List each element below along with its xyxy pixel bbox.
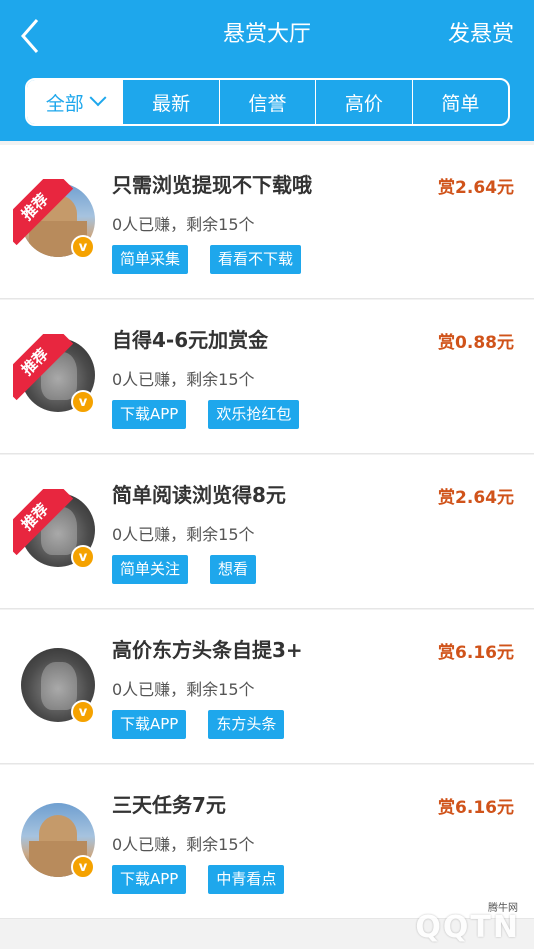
reward-amount: 赏6.16元 [438, 643, 514, 663]
tab-label: 信誉 [248, 92, 287, 115]
tag: 下载APP [112, 865, 187, 894]
avatar: v [21, 803, 95, 879]
tag: 下载APP [112, 710, 187, 739]
vip-icon: v [71, 545, 95, 569]
tab-label: 全部 [45, 92, 84, 115]
tag-group: 下载APP 欢乐抢红包 [112, 400, 300, 429]
tag: 看看不下载 [210, 245, 302, 274]
item-title: 高价东方头条自提3+ [112, 638, 303, 662]
item-title: 只需浏览提现不下载哦 [112, 173, 312, 197]
item-title: 三天任务7元 [112, 793, 226, 817]
list-item[interactable]: 推荐 v 自得4-6元加赏金 赏0.88元 0人已赚，剩余15个 下载APP 欢… [0, 300, 534, 454]
item-meta: 0人已赚，剩余15个 [112, 215, 255, 234]
post-bounty-button[interactable]: 发悬赏 [448, 20, 514, 50]
item-meta: 0人已赚，剩余15个 [112, 680, 255, 699]
tag-group: 下载APP 中青看点 [112, 865, 285, 894]
item-title: 简单阅读浏览得8元 [112, 483, 286, 507]
item-meta: 0人已赚，剩余15个 [112, 370, 255, 389]
bounty-list: 推荐 v 只需浏览提现不下载哦 赏2.64元 0人已赚，剩余15个 简单采集 看… [0, 145, 534, 920]
tab-simple[interactable]: 简单 [411, 80, 508, 124]
app-header: 悬赏大厅 发悬赏 全部 最新 信誉 高价 简单 [0, 0, 534, 141]
tag-group: 简单关注 想看 [112, 555, 257, 584]
tag: 下载APP [112, 400, 187, 429]
tag: 想看 [210, 555, 257, 584]
tab-latest[interactable]: 最新 [122, 80, 218, 124]
avatar: 推荐 v [13, 334, 95, 414]
list-item[interactable]: 推荐 v 简单阅读浏览得8元 赏2.64元 0人已赚，剩余15个 简单关注 想看 [0, 455, 534, 609]
vip-icon: v [71, 235, 95, 259]
vip-icon: v [71, 390, 95, 414]
filter-tabs: 全部 最新 信誉 高价 简单 [25, 78, 510, 126]
vip-icon: v [71, 700, 95, 724]
tag-group: 简单采集 看看不下载 [112, 245, 302, 274]
vip-icon: v [71, 855, 95, 879]
tag: 东方头条 [208, 710, 285, 739]
list-item[interactable]: 推荐 v 只需浏览提现不下载哦 赏2.64元 0人已赚，剩余15个 简单采集 看… [0, 145, 534, 299]
watermark-text: QQTN [415, 910, 520, 945]
tab-label: 简单 [441, 92, 480, 115]
list-item[interactable]: v 三天任务7元 赏6.16元 0人已赚，剩余15个 下载APP 中青看点 [0, 765, 534, 919]
tag: 欢乐抢红包 [208, 400, 300, 429]
tab-high-price[interactable]: 高价 [315, 80, 411, 124]
list-item[interactable]: v 高价东方头条自提3+ 赏6.16元 0人已赚，剩余15个 下载APP 东方头… [0, 610, 534, 764]
tag: 简单采集 [112, 245, 189, 274]
tab-reputation[interactable]: 信誉 [218, 80, 315, 124]
reward-amount: 赏2.64元 [438, 488, 514, 508]
tab-label: 最新 [152, 92, 191, 115]
tab-label: 高价 [344, 92, 383, 115]
item-meta: 0人已赚，剩余15个 [112, 525, 255, 544]
avatar: 推荐 v [13, 179, 95, 259]
reward-amount: 赏2.64元 [438, 178, 514, 198]
item-title: 自得4-6元加赏金 [112, 328, 269, 352]
reward-amount: 赏6.16元 [438, 798, 514, 818]
reward-amount: 赏0.88元 [438, 333, 514, 353]
tag: 简单关注 [112, 555, 189, 584]
chevron-down-icon [89, 89, 107, 107]
avatar: 推荐 v [13, 489, 95, 569]
tag: 中青看点 [208, 865, 285, 894]
avatar: v [21, 648, 95, 724]
watermark-logo: 腾牛网 QQTN [328, 899, 528, 945]
item-meta: 0人已赚，剩余15个 [112, 835, 255, 854]
tag-group: 下载APP 东方头条 [112, 710, 285, 739]
tab-all[interactable]: 全部 [27, 80, 123, 124]
